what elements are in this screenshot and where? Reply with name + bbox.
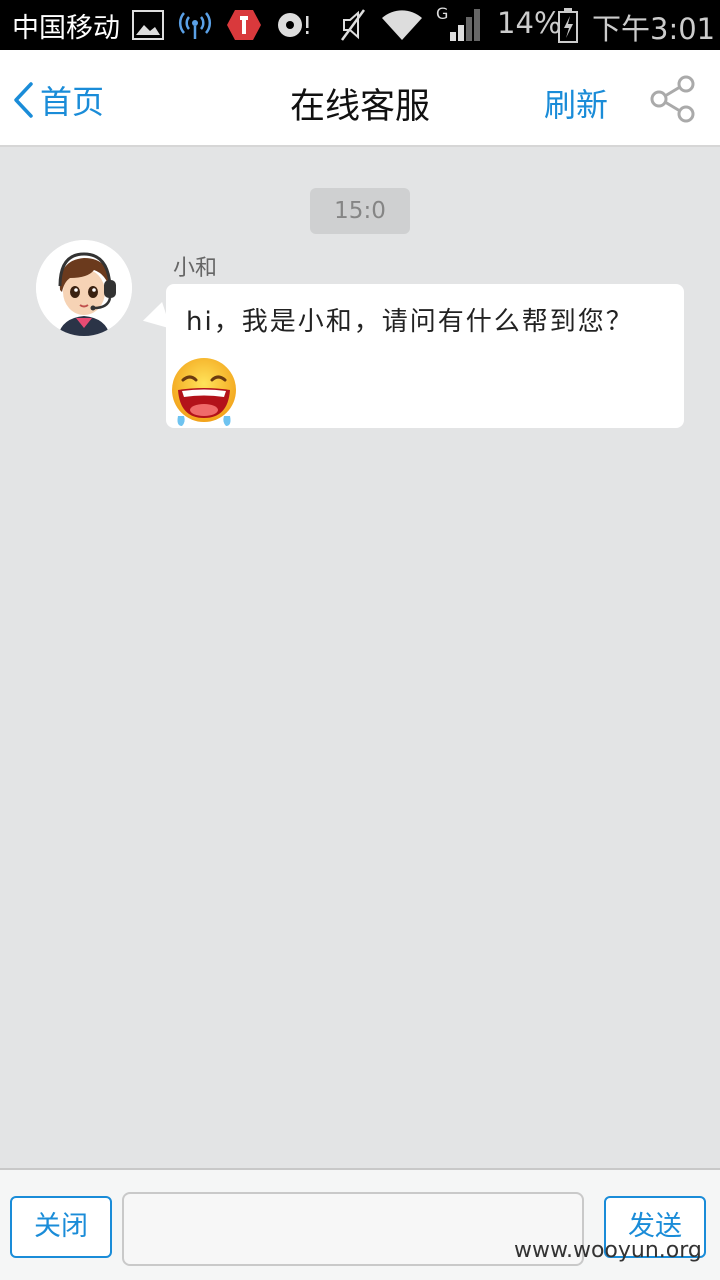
sender-name: 小和 [173,256,218,281]
media-icon [278,13,309,37]
message-bubble[interactable]: hi，我是小和，请问有什么帮到您？ [166,284,684,428]
gallery-icon [132,10,164,40]
signal-broadcast-icon [179,12,211,39]
refresh-button[interactable]: 刷新 [544,80,608,126]
input-bar: 关闭 发送 [0,1168,720,1280]
laughing-emoji-icon [172,358,236,426]
battery-percent: 14% [497,6,562,40]
close-button[interactable]: 关闭 [10,1196,112,1258]
header-bar: 首页 在线客服 刷新 [0,50,720,147]
carrier-label: 中国移动 [12,13,120,44]
status-bar: 中国移动 G 14% 下午3:01 [0,0,720,50]
timestamp-badge: 15:0 [310,188,410,234]
chat-area[interactable]: 15:0 小和 hi，我是小和，请问有什么帮到您？ [0,148,720,1168]
watermark-text: www.wooyun.org [514,1238,702,1263]
agent-avatar-image [36,240,132,336]
clock: 下午3:01 [592,12,716,46]
page-title: 在线客服 [289,87,430,127]
agent-avatar[interactable] [36,240,132,336]
shield-app-icon [227,10,261,40]
cell-signal-icon [450,9,480,41]
share-icon[interactable] [648,74,698,124]
mute-icon [340,9,366,41]
message-text: hi，我是小和，请问有什么帮到您？ [186,307,634,337]
wifi-icon [382,10,422,40]
